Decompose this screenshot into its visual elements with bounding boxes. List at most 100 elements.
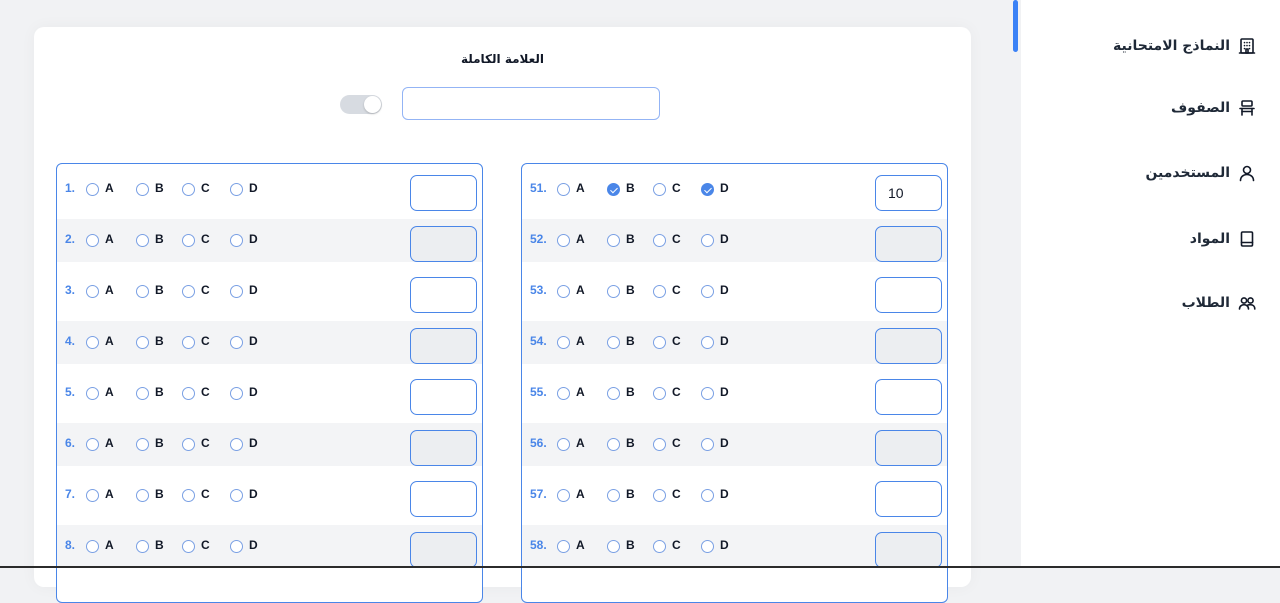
option-c-label: C	[201, 283, 210, 297]
option-b-radio[interactable]	[607, 336, 620, 349]
option-b-radio[interactable]	[607, 183, 620, 196]
option-a-radio[interactable]	[86, 234, 99, 247]
option-a-radio[interactable]	[557, 183, 570, 196]
sidebar-item-exam-models[interactable]: النماذج الامتحانية	[1113, 34, 1256, 58]
option-d-radio[interactable]	[701, 387, 714, 400]
option-c-radio[interactable]	[182, 183, 195, 196]
question-score-input[interactable]	[875, 532, 942, 568]
option-c-radio[interactable]	[182, 387, 195, 400]
option-b-radio[interactable]	[607, 540, 620, 553]
option-d-radio[interactable]	[701, 336, 714, 349]
option-b-radio[interactable]	[136, 387, 149, 400]
question-score-input[interactable]	[875, 379, 942, 415]
sidebar-item-subjects[interactable]: المواد	[1190, 227, 1256, 251]
option-a-radio[interactable]	[557, 489, 570, 502]
sidebar-item-students[interactable]: الطلاب	[1182, 291, 1256, 315]
option-d-radio[interactable]	[701, 489, 714, 502]
option-c-radio[interactable]	[182, 234, 195, 247]
option-d-radio[interactable]	[230, 387, 243, 400]
question-score-input[interactable]	[875, 430, 942, 466]
question-score-input[interactable]	[410, 430, 477, 466]
option-b-radio[interactable]	[136, 540, 149, 553]
option-c-radio[interactable]	[653, 540, 666, 553]
option-d-radio[interactable]	[701, 540, 714, 553]
option-c-radio[interactable]	[182, 489, 195, 502]
option-a-radio[interactable]	[557, 438, 570, 451]
option-c-radio[interactable]	[653, 336, 666, 349]
full-mark-toggle[interactable]	[340, 95, 382, 114]
option-b-label: B	[626, 538, 635, 552]
option-a-radio[interactable]	[557, 540, 570, 553]
option-a-radio[interactable]	[86, 387, 99, 400]
option-b-radio[interactable]	[607, 285, 620, 298]
option-a-radio[interactable]	[557, 285, 570, 298]
option-a-radio[interactable]	[86, 438, 99, 451]
question-score-input[interactable]	[410, 226, 477, 262]
option-d-radio[interactable]	[701, 234, 714, 247]
option-a-label: A	[576, 181, 585, 195]
option-d-label: D	[249, 181, 258, 195]
option-a-radio[interactable]	[557, 234, 570, 247]
option-a-radio[interactable]	[86, 183, 99, 196]
option-a-radio[interactable]	[557, 387, 570, 400]
sidebar-item-label: النماذج الامتحانية	[1113, 38, 1230, 54]
option-c-radio[interactable]	[653, 438, 666, 451]
option-b-radio[interactable]	[607, 438, 620, 451]
sidebar-item-classes[interactable]: الصفوف	[1171, 96, 1256, 120]
option-d-radio[interactable]	[701, 438, 714, 451]
option-d-radio[interactable]	[230, 438, 243, 451]
question-row: 1. A B C D	[57, 168, 482, 211]
question-row: 4. A B C D	[57, 321, 482, 364]
option-a-radio[interactable]	[86, 489, 99, 502]
option-b-radio[interactable]	[136, 336, 149, 349]
option-a-radio[interactable]	[86, 336, 99, 349]
question-number: 7.	[65, 487, 76, 501]
option-d-radio[interactable]	[230, 489, 243, 502]
question-score-input[interactable]	[410, 175, 477, 211]
option-c-radio[interactable]	[653, 489, 666, 502]
option-c-radio[interactable]	[653, 183, 666, 196]
option-c-radio[interactable]	[182, 285, 195, 298]
option-b-radio[interactable]	[136, 234, 149, 247]
option-c-label: C	[201, 487, 210, 501]
question-score-input[interactable]	[410, 328, 477, 364]
question-score-input[interactable]	[875, 226, 942, 262]
option-b-radio[interactable]	[136, 489, 149, 502]
option-d-radio[interactable]	[230, 540, 243, 553]
question-score-input[interactable]	[410, 532, 477, 568]
question-score-input[interactable]	[875, 277, 942, 313]
option-b-radio[interactable]	[607, 234, 620, 247]
option-d-radio[interactable]	[230, 336, 243, 349]
option-d-radio[interactable]	[230, 234, 243, 247]
option-d-radio[interactable]	[701, 183, 714, 196]
option-b-radio[interactable]	[607, 489, 620, 502]
option-d-radio[interactable]	[230, 183, 243, 196]
question-score-input[interactable]	[875, 481, 942, 517]
full-mark-input[interactable]	[402, 87, 660, 120]
option-c-radio[interactable]	[182, 438, 195, 451]
option-d-radio[interactable]	[230, 285, 243, 298]
option-b-radio[interactable]	[136, 183, 149, 196]
option-a-radio[interactable]	[86, 540, 99, 553]
option-c-radio[interactable]	[182, 540, 195, 553]
sidebar-item-users[interactable]: المستخدمين	[1145, 161, 1256, 185]
option-a-radio[interactable]	[557, 336, 570, 349]
option-d-radio[interactable]	[701, 285, 714, 298]
question-score-input[interactable]	[875, 175, 942, 211]
option-c-label: C	[201, 334, 210, 348]
sidebar-scrollbar[interactable]	[1013, 0, 1018, 52]
option-b-radio[interactable]	[136, 438, 149, 451]
question-row: 3. A B C D	[57, 270, 482, 313]
question-score-input[interactable]	[875, 328, 942, 364]
option-c-radio[interactable]	[653, 387, 666, 400]
option-c-radio[interactable]	[182, 336, 195, 349]
question-score-input[interactable]	[410, 379, 477, 415]
option-b-radio[interactable]	[136, 285, 149, 298]
option-b-radio[interactable]	[607, 387, 620, 400]
option-c-radio[interactable]	[653, 234, 666, 247]
question-score-input[interactable]	[410, 277, 477, 313]
question-score-input[interactable]	[410, 481, 477, 517]
option-c-radio[interactable]	[653, 285, 666, 298]
option-a-radio[interactable]	[86, 285, 99, 298]
users-icon	[1238, 294, 1256, 312]
